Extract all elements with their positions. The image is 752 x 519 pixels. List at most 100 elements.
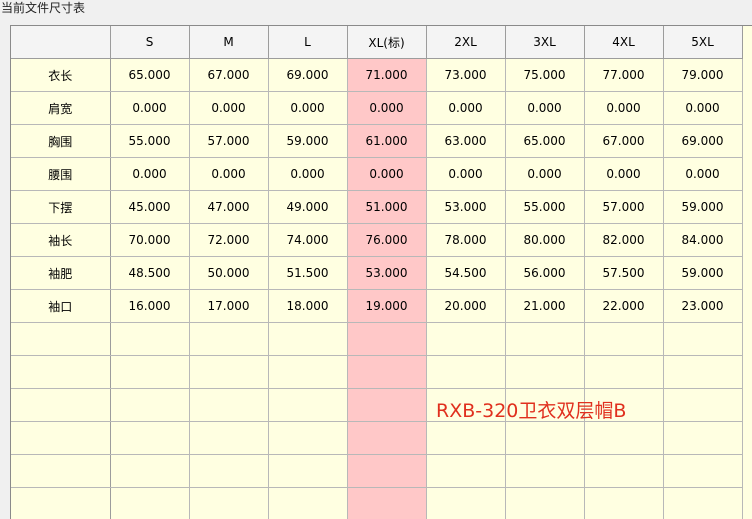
table-cell[interactable]: 67.000 [189,59,268,92]
table-cell[interactable]: 0.000 [426,158,505,191]
empty-cell[interactable] [426,455,505,488]
empty-cell[interactable] [426,356,505,389]
empty-row-header[interactable] [11,488,110,519]
table-cell[interactable]: 65.000 [110,59,189,92]
table-cell[interactable]: 54.500 [426,257,505,290]
table-cell[interactable]: 63.000 [426,125,505,158]
table-cell[interactable]: 59.000 [663,257,742,290]
empty-cell[interactable] [663,455,742,488]
table-cell[interactable]: 0.000 [189,158,268,191]
table-cell[interactable]: 20.000 [426,290,505,323]
empty-cell[interactable] [189,323,268,356]
size-table-grid[interactable]: SMLXL(标)2XL3XL4XL5XL 衣长65.00067.00069.00… [10,25,752,519]
empty-cell[interactable] [663,389,742,422]
empty-cell[interactable] [584,422,663,455]
table-cell[interactable]: 0.000 [584,92,663,125]
empty-cell[interactable] [426,323,505,356]
table-cell[interactable]: 50.000 [189,257,268,290]
table-cell[interactable]: 0.000 [505,158,584,191]
table-cell[interactable]: 69.000 [663,125,742,158]
empty-cell[interactable] [110,488,189,519]
empty-cell[interactable] [189,389,268,422]
table-cell[interactable]: 69.000 [268,59,347,92]
empty-cell[interactable] [347,323,426,356]
empty-cell[interactable] [268,389,347,422]
table-cell[interactable]: 0.000 [268,92,347,125]
table-cell[interactable]: 18.000 [268,290,347,323]
table-cell[interactable]: 59.000 [268,125,347,158]
empty-cell[interactable] [268,488,347,519]
empty-cell[interactable] [663,323,742,356]
empty-cell[interactable] [584,488,663,519]
table-cell[interactable]: 78.000 [426,224,505,257]
empty-cell[interactable] [189,488,268,519]
row-header-2[interactable]: 胸围 [11,125,110,158]
table-cell[interactable]: 55.000 [110,125,189,158]
table-cell[interactable]: 19.000 [347,290,426,323]
table-cell[interactable]: 77.000 [584,59,663,92]
row-header-3[interactable]: 腰围 [11,158,110,191]
table-cell[interactable]: 45.000 [110,191,189,224]
empty-cell[interactable] [584,323,663,356]
empty-cell[interactable] [110,323,189,356]
table-cell[interactable]: 0.000 [663,158,742,191]
empty-cell[interactable] [663,356,742,389]
table-cell[interactable]: 59.000 [663,191,742,224]
column-header-0[interactable]: S [110,26,189,59]
column-header-5[interactable]: 3XL [505,26,584,59]
table-cell[interactable]: 55.000 [505,191,584,224]
empty-cell[interactable] [584,356,663,389]
empty-cell[interactable] [268,455,347,488]
empty-cell[interactable] [505,323,584,356]
table-cell[interactable]: 53.000 [347,257,426,290]
table-cell[interactable]: 73.000 [426,59,505,92]
table-cell[interactable]: 72.000 [189,224,268,257]
empty-cell[interactable] [663,488,742,519]
table-cell[interactable]: 71.000 [347,59,426,92]
table-cell[interactable]: 16.000 [110,290,189,323]
table-cell[interactable]: 0.000 [347,158,426,191]
empty-cell[interactable] [110,356,189,389]
empty-row-header[interactable] [11,356,110,389]
table-cell[interactable]: 57.000 [584,191,663,224]
empty-cell[interactable] [110,389,189,422]
empty-cell[interactable] [505,488,584,519]
empty-cell[interactable] [189,422,268,455]
empty-cell[interactable] [189,356,268,389]
empty-cell[interactable] [189,455,268,488]
column-header-4[interactable]: 2XL [426,26,505,59]
table-cell[interactable]: 74.000 [268,224,347,257]
empty-cell[interactable] [426,422,505,455]
empty-cell[interactable] [663,422,742,455]
table-cell[interactable]: 82.000 [584,224,663,257]
empty-cell[interactable] [347,422,426,455]
empty-cell[interactable] [347,488,426,519]
empty-cell[interactable] [347,389,426,422]
empty-cell[interactable] [505,422,584,455]
empty-cell[interactable] [505,455,584,488]
row-header-6[interactable]: 袖肥 [11,257,110,290]
table-cell[interactable]: 51.500 [268,257,347,290]
table-cell[interactable]: 67.000 [584,125,663,158]
table-cell[interactable]: 57.000 [189,125,268,158]
table-cell[interactable]: 53.000 [426,191,505,224]
column-header-2[interactable]: L [268,26,347,59]
table-cell[interactable]: 0.000 [663,92,742,125]
table-cell[interactable]: 0.000 [110,92,189,125]
corner-header-cell[interactable] [11,26,110,59]
row-header-4[interactable]: 下摆 [11,191,110,224]
table-cell[interactable]: 80.000 [505,224,584,257]
empty-cell[interactable] [505,356,584,389]
table-cell[interactable]: 56.000 [505,257,584,290]
empty-row-header[interactable] [11,323,110,356]
column-header-1[interactable]: M [189,26,268,59]
empty-row-header[interactable] [11,455,110,488]
table-cell[interactable]: 0.000 [268,158,347,191]
table-cell[interactable]: 0.000 [347,92,426,125]
row-header-1[interactable]: 肩宽 [11,92,110,125]
empty-cell[interactable] [426,488,505,519]
empty-cell[interactable] [268,323,347,356]
table-cell[interactable]: 0.000 [505,92,584,125]
table-cell[interactable]: 51.000 [347,191,426,224]
table-cell[interactable]: 0.000 [189,92,268,125]
